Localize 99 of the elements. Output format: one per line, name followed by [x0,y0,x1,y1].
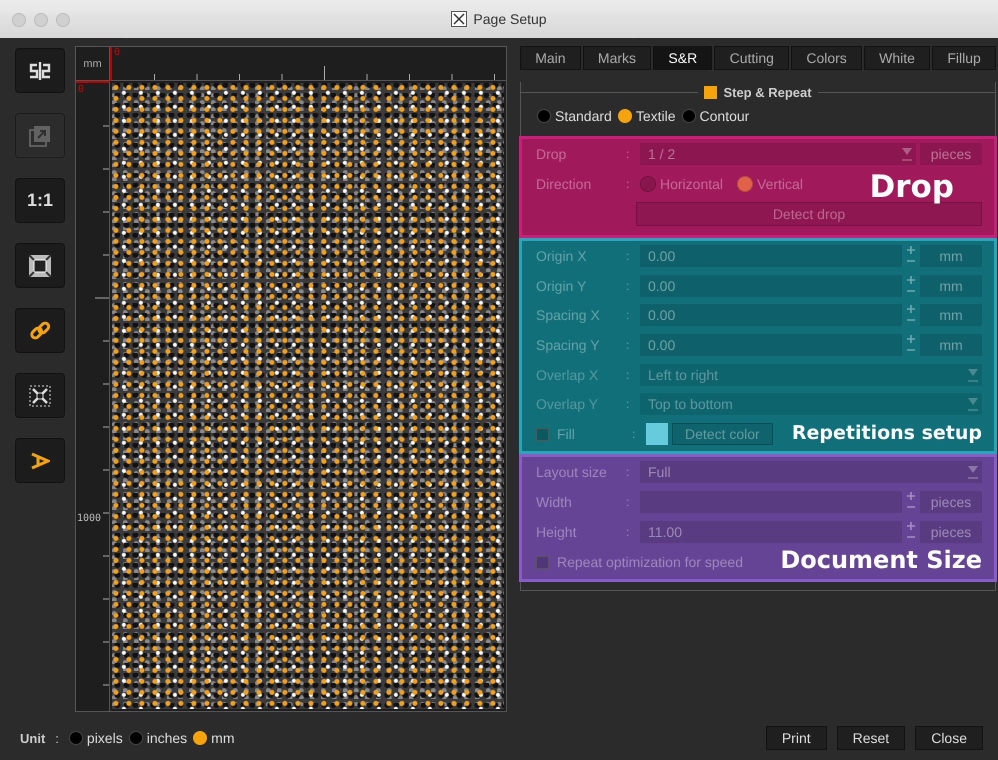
unit-selector[interactable]: pieces [920,143,982,165]
number-field[interactable]: 0.00 [640,274,902,297]
color-swatch[interactable] [646,423,668,446]
field-label: Height [536,524,578,540]
toolbar-button[interactable] [15,243,65,288]
colon: : [626,177,630,191]
field-label: Spacing Y [536,337,601,354]
annotation-label: Repetitions setup [792,422,982,445]
field-label: Overlap Y [536,396,599,412]
colon: : [626,338,630,352]
checkbox[interactable] [536,556,549,568]
radio-button[interactable] [618,109,632,123]
toolbar-button[interactable] [15,48,65,93]
field-label: Overlap X [536,366,600,383]
tab[interactable]: Fillup [932,46,996,70]
radio-label[interactable]: Horizontal [660,176,724,192]
toolbar-button[interactable]: 1:1 [15,178,65,223]
field-label: Drop [536,146,568,162]
radio-button[interactable] [193,731,208,745]
unit-selector[interactable]: mm [920,304,982,326]
toolbar-button[interactable] [15,438,65,483]
number-field[interactable]: 11.00 [640,521,902,543]
ruler-mark: 1000 [77,513,102,524]
colon: : [626,465,630,479]
field-label: Width [536,494,573,510]
colon: : [626,248,630,263]
dialog-button[interactable]: Print [766,726,827,750]
checkbox-label: Repeat optimization for speed [557,554,743,570]
radio-label[interactable]: pixels [86,730,123,746]
ruler-unit: mm [83,58,102,70]
dialog-button[interactable]: Close [915,726,983,750]
number-field[interactable]: 0.00 [640,244,902,267]
unit-selector[interactable]: mm [920,244,982,267]
radio-button[interactable] [128,731,143,745]
colon: : [626,278,630,293]
checkbox[interactable] [704,86,718,98]
radio-label[interactable]: Contour [700,108,750,124]
radio-button[interactable] [68,731,83,745]
ruler-origin: 0 [78,84,84,95]
field-label: Origin Y [536,278,588,294]
rotated-letter-icon [30,452,50,470]
radio-label[interactable]: mm [211,730,234,746]
radio-label[interactable]: inches [146,730,188,746]
colon: : [626,397,630,412]
unit-label: Unit [20,730,46,746]
dropdown-arrow-icon [966,463,980,481]
colon: : [626,495,630,509]
field-label: Direction [536,176,592,192]
colon: : [632,427,636,442]
radio-label[interactable]: Standard [555,108,612,124]
radio-label[interactable]: Vertical [757,176,803,192]
mirror-icon [27,60,53,80]
tab[interactable]: Marks [582,46,652,70]
dropdown[interactable]: Full [640,461,982,483]
checkbox[interactable] [536,428,549,441]
detect-button[interactable]: Detect drop [636,202,982,226]
number-field[interactable]: 0.00 [640,334,902,356]
detect-button[interactable]: Detect color [672,423,773,446]
unit-selector[interactable]: mm [920,334,982,356]
window-control[interactable] [34,13,48,27]
annotation-label: Document Size [780,546,982,575]
dropdown-arrow-icon [900,145,914,163]
app-icon [451,11,468,27]
radio-label[interactable]: Textile [636,108,676,124]
colon: : [626,368,630,382]
colon: : [626,308,630,322]
tab[interactable]: Cutting [714,46,790,70]
window-control[interactable] [56,13,70,27]
radio-button[interactable] [682,109,696,123]
dropdown-arrow-icon [966,395,980,414]
window-control[interactable] [12,13,26,27]
field-label: Spacing X [536,307,601,324]
ruler-origin: 0 [114,47,120,58]
tab[interactable]: Main [520,46,581,70]
unit-selector[interactable]: mm [920,274,982,297]
unit-selector[interactable]: pieces [920,491,982,513]
colon: : [55,730,59,746]
window-title: Page Setup [473,11,547,27]
actual-size-label: 1:1 [26,190,53,211]
fit-page-icon [28,254,52,278]
field-label: Origin X [536,248,588,264]
radio-button[interactable] [537,109,551,123]
toolbar-button[interactable] [15,373,65,418]
tab[interactable]: White [864,46,930,70]
colon: : [626,525,630,539]
field-label: Layout size [536,464,608,480]
tab[interactable]: Colors [791,46,862,70]
colon: : [626,147,630,161]
tab[interactable]: S&R [653,46,712,70]
export-icon [29,124,51,146]
expand-icon [29,384,51,406]
toolbar-button[interactable] [15,308,65,353]
dialog-button[interactable]: Reset [836,726,906,750]
number-field[interactable]: 0.00 [640,304,902,326]
group-title: Step & Repeat [723,84,812,100]
link-icon [28,318,52,342]
unit-selector[interactable]: pieces [920,521,982,543]
dropdown[interactable]: 1 / 2 [640,143,916,165]
checkbox-label: Fill [557,426,576,442]
